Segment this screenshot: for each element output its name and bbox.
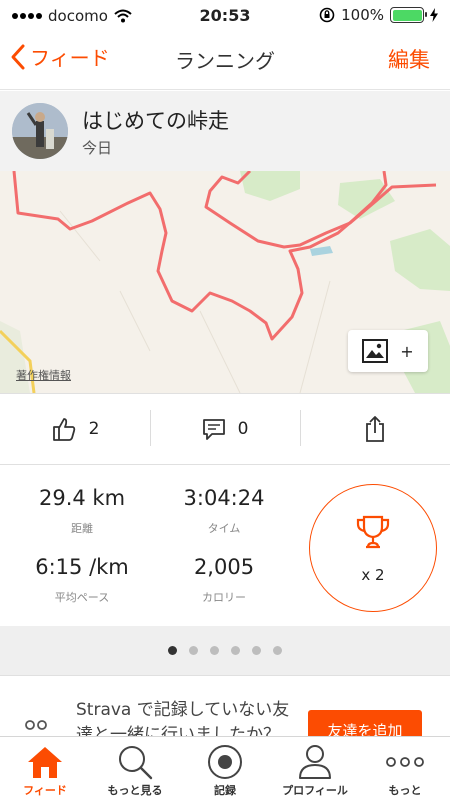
tab-profile-label: プロフィール <box>282 784 348 797</box>
tab-explore[interactable]: もっと見る <box>90 737 180 800</box>
activity-header: はじめての峠走 今日 <box>0 91 450 171</box>
stat-calories: 2,005 カロリー <box>149 555 299 605</box>
home-icon <box>28 747 62 778</box>
promo-text: Strava で記録していない友達と一緒に行いましたか？ <box>76 700 290 736</box>
tab-feed-label: フィード <box>23 784 67 797</box>
page-dot[interactable] <box>231 646 240 655</box>
share-button[interactable] <box>300 394 450 464</box>
status-right: 100% <box>319 6 438 24</box>
page-indicator <box>0 626 450 676</box>
stat-pace-label: 平均ペース <box>54 591 110 604</box>
page-dot[interactable] <box>273 646 282 655</box>
edit-button[interactable]: 編集 <box>388 44 430 74</box>
stat-distance-label: 距離 <box>71 522 93 535</box>
tab-profile[interactable]: プロフィール <box>270 737 360 800</box>
tab-record[interactable]: 記録 <box>180 737 270 800</box>
page-dot[interactable] <box>210 646 219 655</box>
route-map[interactable]: + 著作権情報 <box>0 171 450 393</box>
chevron-left-icon <box>11 44 25 69</box>
trophy-icon <box>356 515 390 549</box>
social-row: 2 0 <box>0 393 450 465</box>
more-icon <box>386 757 424 767</box>
stat-pace: 6:15 /km 平均ペース <box>7 555 157 605</box>
tab-feed[interactable]: フィード <box>0 737 90 800</box>
achievements-button[interactable]: x 2 <box>309 484 437 612</box>
activity-title: はじめての峠走 <box>82 109 229 133</box>
charging-icon <box>430 8 438 22</box>
page-dot[interactable] <box>189 646 198 655</box>
battery-icon <box>390 7 427 23</box>
image-icon <box>362 339 389 363</box>
friends-icon <box>25 720 47 730</box>
page-dot[interactable] <box>168 646 177 655</box>
tab-record-label: 記録 <box>214 784 236 797</box>
tab-explore-label: もっと見る <box>107 784 163 797</box>
page-dot[interactable] <box>252 646 261 655</box>
comment-icon <box>202 419 225 440</box>
profile-icon <box>299 745 331 779</box>
nav-bar: フィード ランニング 編集 <box>0 30 450 90</box>
activity-date: 今日 <box>82 139 113 157</box>
add-photo-plus: + <box>400 341 414 361</box>
comment-button[interactable]: 0 <box>150 394 300 464</box>
stat-calories-label: カロリー <box>202 591 246 604</box>
battery-percent: 100% <box>341 6 384 24</box>
kudos-count: 2 <box>88 419 100 439</box>
search-icon <box>119 746 153 780</box>
tab-bar: フィード もっと見る 記録 プロフィール もっと <box>0 736 450 800</box>
add-friends-button[interactable]: 友達を追加 <box>308 710 422 736</box>
avatar[interactable] <box>12 103 68 159</box>
status-bar: docomo 20:53 100% <box>0 0 450 30</box>
stat-time-value: 3:04:24 <box>183 486 265 510</box>
comment-count: 0 <box>237 419 249 439</box>
back-label: フィード <box>30 46 110 70</box>
achievements-count: x 2 <box>361 566 385 584</box>
kudos-button[interactable]: 2 <box>0 394 150 464</box>
activity-stats: 29.4 km 距離 3:04:24 タイム 6:15 /km 平均ペース 2,… <box>0 466 450 626</box>
record-icon <box>208 745 242 779</box>
add-friends-promo: Strava で記録していない友達と一緒に行いましたか？ 友達を追加 <box>0 690 450 736</box>
stat-distance-value: 29.4 km <box>38 486 126 510</box>
stat-calories-value: 2,005 <box>193 555 255 579</box>
thumbs-up-icon <box>52 418 75 441</box>
share-icon <box>366 416 384 442</box>
back-button[interactable]: フィード <box>10 42 110 71</box>
stat-time: 3:04:24 タイム <box>149 486 299 536</box>
add-photo-button[interactable]: + <box>348 330 428 372</box>
tab-more-label: もっと <box>388 784 422 797</box>
tab-more[interactable]: もっと <box>360 737 450 800</box>
stat-time-label: タイム <box>207 522 241 535</box>
orientation-lock-icon <box>319 7 335 23</box>
copyright-link[interactable]: 著作権情報 <box>16 367 71 383</box>
stat-distance: 29.4 km 距離 <box>7 486 157 536</box>
stat-pace-value: 6:15 /km <box>35 555 129 579</box>
